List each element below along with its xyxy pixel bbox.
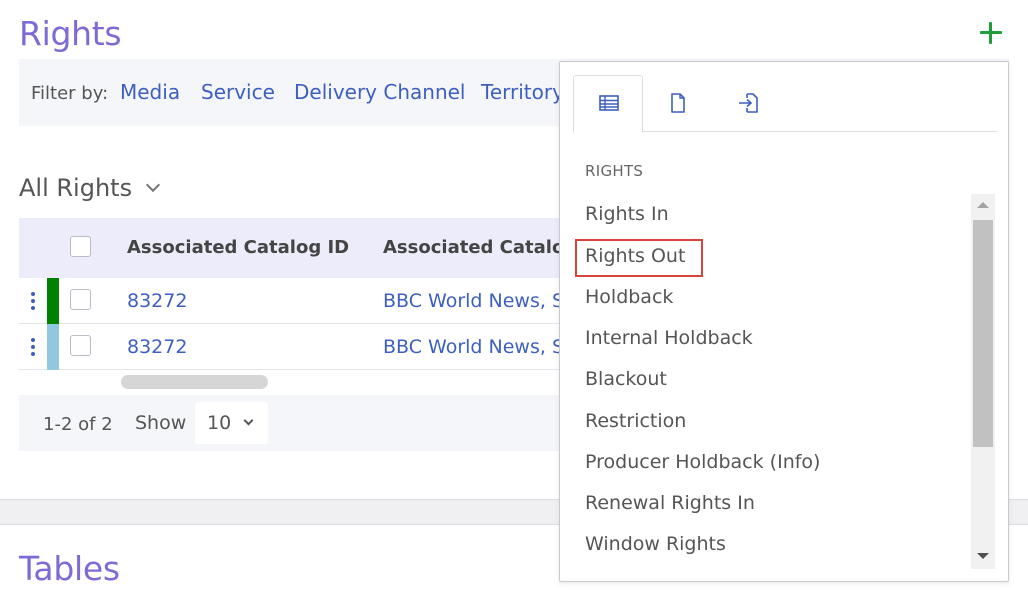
status-color-bar	[47, 278, 59, 324]
view-title: All Rights	[19, 174, 133, 202]
menu-vertical-scrollbar[interactable]	[971, 194, 995, 569]
filter-territory[interactable]: Territory	[481, 80, 564, 104]
horizontal-scrollbar[interactable]	[121, 375, 268, 389]
add-icon[interactable]	[974, 16, 1008, 50]
menu-item-window-rights[interactable]: Window Rights	[585, 533, 726, 555]
catalog-id-link[interactable]: 83272	[127, 336, 187, 358]
filter-delivery-channel[interactable]: Delivery Channel	[294, 80, 465, 104]
row-checkbox[interactable]	[70, 335, 91, 356]
column-header-catalog-id[interactable]: Associated Catalog ID	[127, 237, 349, 258]
view-selector[interactable]: All Rights	[19, 174, 161, 202]
tab-table[interactable]	[573, 75, 643, 133]
add-menu-popup: RIGHTS Rights In Rights Out Holdback Int…	[559, 61, 1009, 582]
menu-item-blackout[interactable]: Blackout	[585, 368, 667, 390]
catalog-name-link[interactable]: BBC World News, Se	[383, 290, 576, 312]
row-checkbox[interactable]	[70, 289, 91, 310]
select-all-checkbox[interactable]	[70, 236, 91, 257]
menu-item-rights-in[interactable]: Rights In	[585, 203, 669, 225]
pagination-range: 1-2 of 2	[43, 414, 113, 435]
catalog-id-link[interactable]: 83272	[127, 290, 187, 312]
document-icon	[671, 93, 685, 113]
menu-section-label: RIGHTS	[585, 162, 644, 180]
status-color-bar	[47, 324, 59, 370]
row-menu-icon[interactable]	[31, 292, 35, 310]
tab-document[interactable]	[643, 75, 713, 132]
chevron-down-icon	[243, 415, 254, 426]
menu-item-restriction[interactable]: Restriction	[585, 410, 686, 432]
page-size-select[interactable]: 10	[195, 402, 268, 444]
import-icon	[739, 93, 758, 113]
column-header-catalog[interactable]: Associated Catalog	[383, 237, 577, 258]
tables-section-title: Tables	[19, 549, 120, 588]
filter-media[interactable]: Media	[120, 80, 180, 104]
page-size-label: Show	[135, 412, 187, 434]
menu-item-holdback[interactable]: Holdback	[585, 286, 673, 308]
row-menu-icon[interactable]	[31, 338, 35, 356]
scrollbar-thumb[interactable]	[973, 220, 993, 447]
page-size-value: 10	[207, 412, 232, 434]
catalog-name-link[interactable]: BBC World News, Se	[383, 336, 576, 358]
popup-tabs	[573, 75, 997, 133]
chevron-down-icon	[146, 177, 161, 193]
filter-label: Filter by:	[31, 83, 109, 104]
rights-section-title: Rights	[19, 14, 122, 53]
menu-item-producer-holdback[interactable]: Producer Holdback (Info)	[585, 451, 820, 473]
menu-item-renewal-rights-in[interactable]: Renewal Rights In	[585, 492, 755, 514]
menu-item-internal-holdback[interactable]: Internal Holdback	[585, 327, 753, 349]
filter-service[interactable]: Service	[201, 80, 275, 104]
scroll-up-arrow-icon[interactable]	[977, 202, 989, 208]
scroll-down-arrow-icon[interactable]	[977, 553, 989, 559]
highlight-box	[575, 239, 703, 277]
table-icon	[599, 95, 619, 111]
tab-import[interactable]	[713, 75, 783, 132]
